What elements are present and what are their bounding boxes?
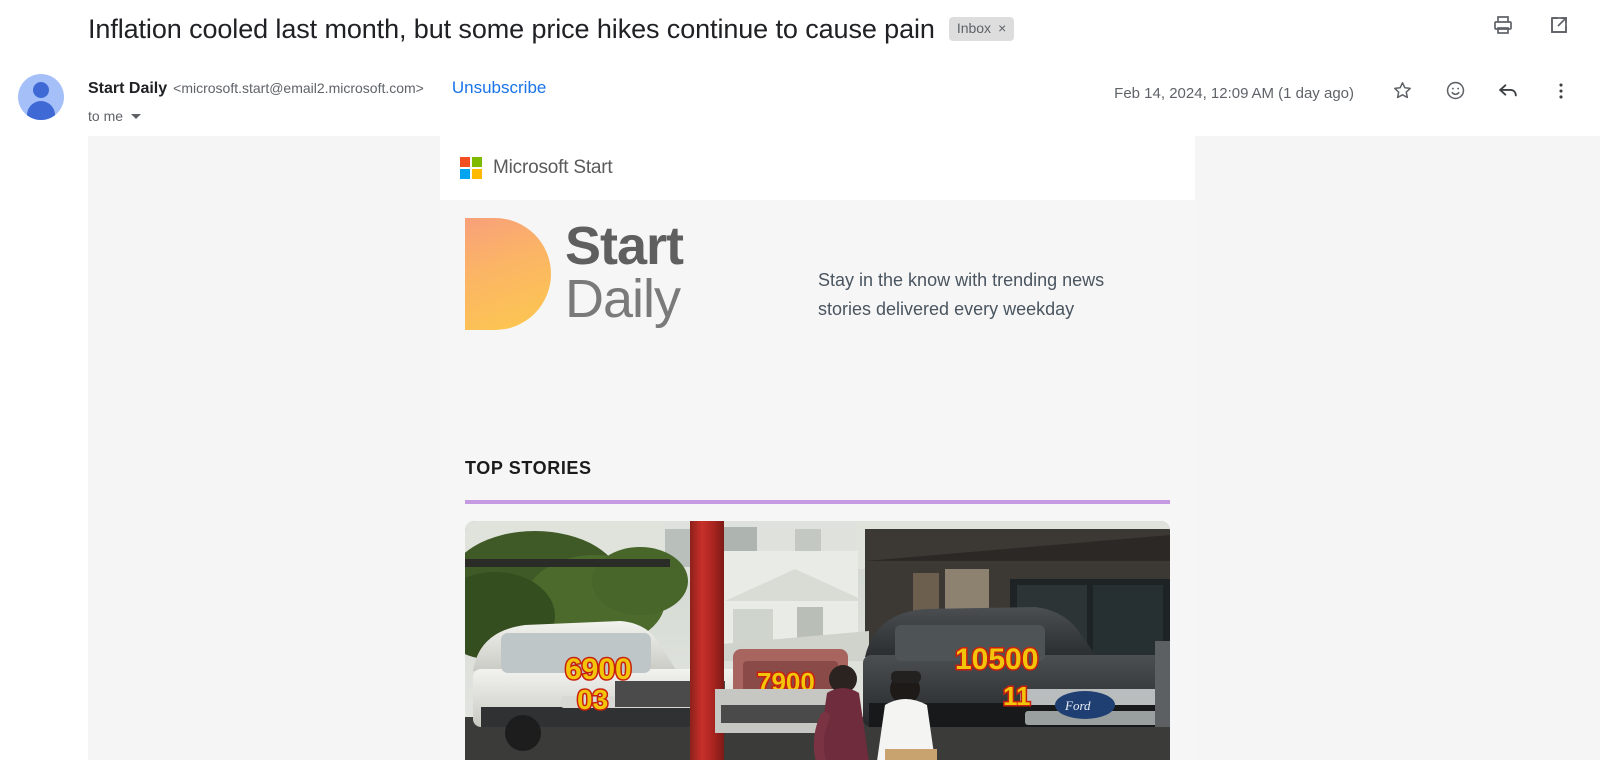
wordmark-daily: Daily [565,269,681,329]
avatar-head [33,82,49,98]
print-icon [1491,13,1515,42]
wordmark-start: Start [565,216,684,276]
add-reaction-button[interactable] [1438,76,1472,110]
status-badge[interactable]: Inbox × [948,17,1015,41]
avatar[interactable] [18,74,64,120]
subject-action-bar [1486,10,1576,44]
open-in-new-window-icon [1547,13,1571,42]
inbox-label: Inbox [956,20,992,36]
svg-text:03: 03 [577,684,608,715]
avatar-body [27,101,55,120]
more-options-button[interactable] [1544,76,1578,110]
microsoft-start-label: Microsoft Start [493,157,613,178]
microsoft-start-bar: Microsoft Start [440,136,1195,200]
newsletter-tagline: Stay in the know with trending news stor… [818,270,1105,319]
star-button[interactable] [1385,76,1419,110]
start-daily-wordmark: Start Daily [565,216,684,329]
sender-name: Start Daily [88,80,168,97]
recipient-row[interactable]: to me [88,108,142,124]
microsoft-brand: Microsoft Start [460,157,613,179]
subject-row: Inflation cooled last month, but some pr… [0,0,1600,58]
story-hero-image[interactable]: 6900 03 7900 Ford 10500 11 [465,521,1170,760]
chevron-down-icon[interactable] [131,113,142,119]
used-car-lot-photo: 6900 03 7900 Ford 10500 11 [465,521,1170,760]
start-daily-d-icon [465,218,551,330]
reply-button[interactable] [1491,76,1525,110]
start-daily-logo: Start Daily [465,216,684,330]
timestamp: Feb 14, 2024, 12:09 AM (1 day ago) [1114,84,1354,102]
svg-text:11: 11 [1003,681,1031,711]
unsubscribe-link[interactable]: Unsubscribe [452,78,547,98]
recipient-label: to me [88,108,124,124]
close-icon[interactable]: × [998,20,1006,37]
emoji-smiley-icon [1444,79,1467,107]
svg-text:6900: 6900 [565,653,632,686]
ford-badge-text: Ford [1064,698,1091,713]
section-heading-top-stories: TOP STORIES [465,458,592,478]
reply-icon [1496,78,1521,108]
section-divider [465,500,1170,504]
print-button[interactable] [1486,10,1520,44]
sender-email: <microsoft.start@email2.microsoft.com> [173,80,424,96]
page-title: Inflation cooled last month, but some pr… [88,14,935,44]
more-vertical-icon [1550,80,1572,107]
sender-row: Start Daily <microsoft.start@email2.micr… [0,64,1600,136]
svg-text:10500: 10500 [955,643,1038,676]
email-body: Microsoft Start Start Daily Stay in the … [88,136,1600,760]
sender-line: Start Daily <microsoft.start@email2.micr… [88,78,546,98]
star-icon [1391,79,1414,107]
message-action-bar: Feb 14, 2024, 12:09 AM (1 day ago) [1114,76,1578,110]
microsoft-logo-icon [460,157,482,179]
open-in-new-window-button[interactable] [1542,10,1576,44]
newsletter-content: Start Daily Stay in the know with trendi… [440,200,1195,760]
gmail-message-view: Inflation cooled last month, but some pr… [0,0,1600,760]
